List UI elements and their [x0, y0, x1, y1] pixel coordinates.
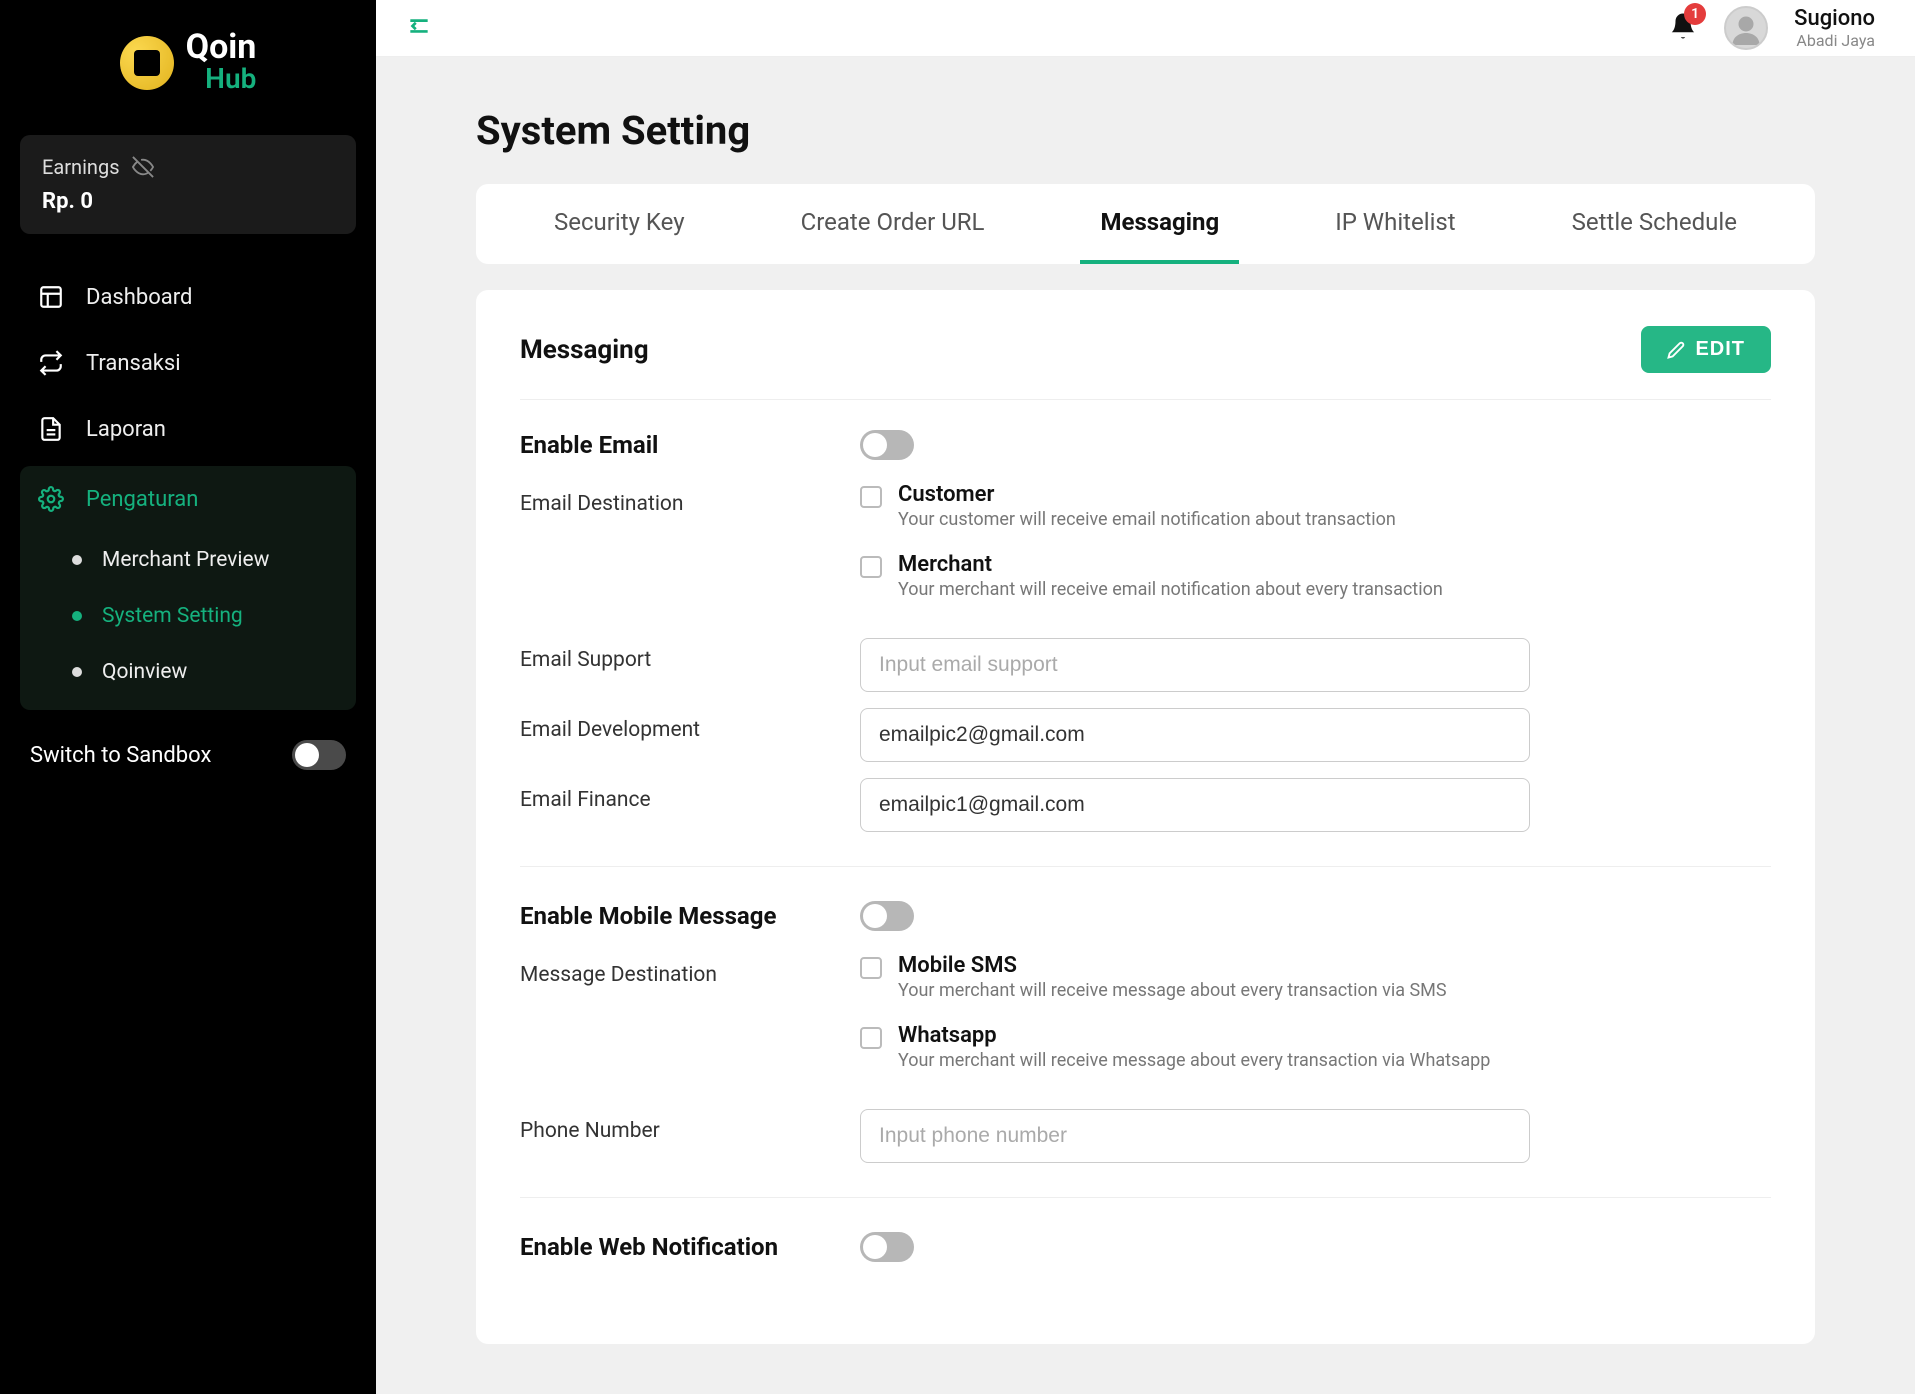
bullet-icon [72, 611, 82, 621]
checkbox-whatsapp-title: Whatsapp [898, 1023, 1490, 1048]
tab-settle-schedule[interactable]: Settle Schedule [1552, 184, 1757, 264]
email-development-label: Email Development [520, 708, 860, 742]
sidebar-item-label: Pengaturan [86, 487, 198, 512]
email-support-label: Email Support [520, 638, 860, 672]
notifications-button[interactable]: 1 [1668, 11, 1698, 45]
enable-email-label: Enable Email [520, 431, 860, 459]
sidebar-item-label: Merchant Preview [102, 548, 269, 572]
sandbox-toggle-row: Switch to Sandbox [20, 710, 356, 770]
avatar[interactable] [1724, 6, 1768, 50]
earnings-label: Earnings [42, 155, 120, 179]
checkbox-customer[interactable] [860, 486, 882, 508]
pencil-icon [1667, 341, 1685, 359]
topbar: 1 Sugiono Abadi Jaya [376, 0, 1915, 57]
sidebar-item-label: Laporan [86, 417, 166, 442]
checkbox-customer-title: Customer [898, 482, 1396, 507]
email-finance-label: Email Finance [520, 778, 860, 812]
sidebar-sub-merchant-preview[interactable]: Merchant Preview [20, 532, 356, 588]
user-name: Sugiono [1794, 6, 1875, 31]
gear-icon [38, 486, 64, 512]
email-support-input[interactable] [860, 638, 1530, 692]
edit-button[interactable]: EDIT [1641, 326, 1771, 373]
sidebar-item-transaksi[interactable]: Transaksi [20, 330, 356, 396]
sidebar-item-pengaturan[interactable]: Pengaturan [20, 466, 356, 532]
dashboard-icon [38, 284, 64, 310]
logo-coin-icon [120, 36, 174, 90]
logo-text: Qoin [186, 27, 257, 67]
tab-ip-whitelist[interactable]: IP Whitelist [1315, 184, 1475, 264]
email-destination-label: Email Destination [520, 482, 860, 516]
eye-off-icon[interactable] [132, 156, 154, 178]
sandbox-label: Switch to Sandbox [30, 743, 211, 768]
checkbox-sms-desc: Your merchant will receive message about… [898, 980, 1447, 1001]
bullet-icon [72, 555, 82, 565]
email-development-input[interactable] [860, 708, 1530, 762]
enable-mobile-label: Enable Mobile Message [520, 902, 860, 930]
user-info[interactable]: Sugiono Abadi Jaya [1794, 6, 1875, 50]
checkbox-merchant-title: Merchant [898, 552, 1443, 577]
enable-web-toggle[interactable] [860, 1232, 914, 1262]
page-title: System Setting [476, 107, 1815, 154]
sidebar: Qoin Hub Earnings Rp. 0 Dashboard Transa… [0, 0, 376, 1394]
notification-badge: 1 [1684, 3, 1706, 25]
phone-number-input[interactable] [860, 1109, 1530, 1163]
enable-email-toggle[interactable] [860, 430, 914, 460]
sidebar-item-dashboard[interactable]: Dashboard [20, 264, 356, 330]
panel-title: Messaging [520, 335, 649, 365]
report-icon [38, 416, 64, 442]
sidebar-item-label: System Setting [102, 604, 243, 628]
checkbox-sms-title: Mobile SMS [898, 953, 1447, 978]
sidebar-sub-qoinview[interactable]: Qoinview [20, 644, 356, 700]
checkbox-whatsapp[interactable] [860, 1027, 882, 1049]
checkbox-sms[interactable] [860, 957, 882, 979]
tab-security-key[interactable]: Security Key [534, 184, 705, 264]
enable-web-label: Enable Web Notification [520, 1233, 860, 1261]
checkbox-merchant-desc: Your merchant will receive email notific… [898, 579, 1443, 600]
sidebar-item-laporan[interactable]: Laporan [20, 396, 356, 462]
divider [520, 1197, 1771, 1198]
content: System Setting Security Key Create Order… [376, 57, 1915, 1394]
tabs: Security Key Create Order URL Messaging … [476, 184, 1815, 264]
user-icon [1728, 12, 1764, 48]
checkbox-merchant[interactable] [860, 556, 882, 578]
phone-number-label: Phone Number [520, 1109, 860, 1143]
checkbox-customer-desc: Your customer will receive email notific… [898, 509, 1396, 530]
sidebar-item-label: Dashboard [86, 285, 192, 310]
menu-collapse-icon [406, 13, 432, 39]
email-finance-input[interactable] [860, 778, 1530, 832]
sidebar-collapse-button[interactable] [406, 13, 432, 43]
tab-messaging[interactable]: Messaging [1080, 184, 1239, 264]
user-company: Abadi Jaya [1794, 31, 1875, 50]
sandbox-toggle[interactable] [292, 740, 346, 770]
earnings-card: Earnings Rp. 0 [20, 135, 356, 234]
tab-create-order-url[interactable]: Create Order URL [781, 184, 1005, 264]
edit-button-label: EDIT [1695, 338, 1745, 361]
transaction-icon [38, 350, 64, 376]
earnings-value: Rp. 0 [42, 189, 334, 214]
sidebar-item-label: Transaksi [86, 351, 181, 376]
message-destination-label: Message Destination [520, 953, 860, 987]
divider [520, 866, 1771, 867]
sidebar-item-label: Qoinview [102, 660, 187, 684]
logo: Qoin Hub [20, 30, 356, 95]
messaging-panel: Messaging EDIT Enable Email Email Destin… [476, 290, 1815, 1344]
sidebar-sub-system-setting[interactable]: System Setting [20, 588, 356, 644]
bullet-icon [72, 667, 82, 677]
checkbox-whatsapp-desc: Your merchant will receive message about… [898, 1050, 1490, 1071]
sidebar-group-pengaturan: Pengaturan Merchant Preview System Setti… [20, 466, 356, 710]
enable-mobile-toggle[interactable] [860, 901, 914, 931]
